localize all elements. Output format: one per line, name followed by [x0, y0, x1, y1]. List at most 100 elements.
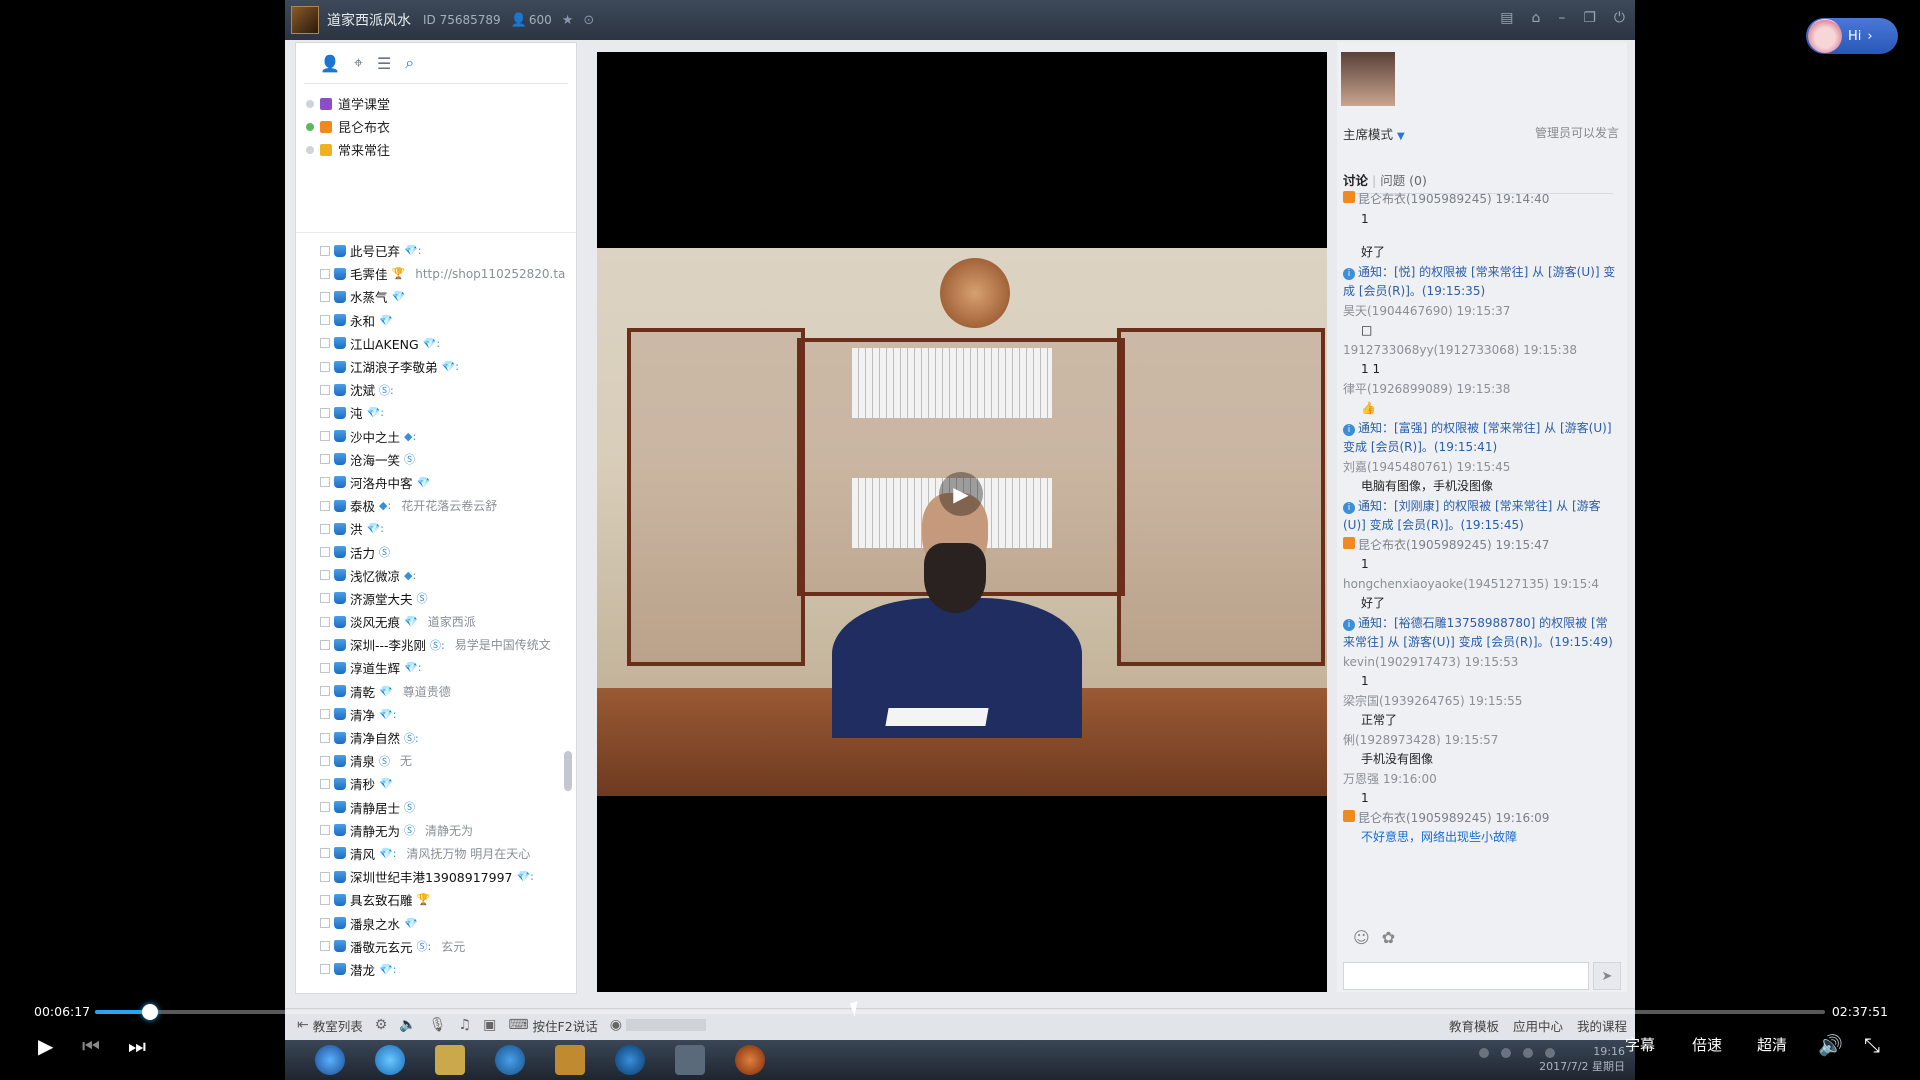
speaker-button[interactable]: 🔈	[399, 1017, 416, 1033]
restore-icon[interactable]: ❐	[1583, 10, 1596, 26]
user-row[interactable]: 清风 💎: 清风抚万物 明月在天心	[296, 842, 566, 865]
chat-input[interactable]	[1343, 962, 1589, 990]
class-list-button[interactable]: ⇤ 教室列表	[297, 1016, 363, 1035]
user-row[interactable]: 河洛舟中客 💎	[296, 471, 566, 494]
user-checkbox[interactable]	[320, 778, 330, 789]
app-icon[interactable]	[735, 1045, 765, 1075]
message-header[interactable]: hongchenxiaoyaoke(1945127135) 19:15:4	[1343, 577, 1599, 591]
user-checkbox[interactable]	[320, 941, 330, 952]
user-row[interactable]: 泰极 ◆: 花开花落云卷云舒	[296, 494, 566, 517]
message-header[interactable]: kevin(1902917473) 19:15:53	[1343, 655, 1518, 669]
progress-knob[interactable]	[142, 1004, 159, 1020]
user-row[interactable]: 清净自然 Ⓢ:	[296, 726, 566, 749]
user-checkbox[interactable]	[320, 825, 330, 836]
browser-icon[interactable]	[375, 1045, 405, 1075]
user-checkbox[interactable]	[320, 500, 330, 511]
skin-icon[interactable]: ▤	[1500, 10, 1513, 26]
settings-button[interactable]: ⚙	[375, 1017, 388, 1033]
progress-bar[interactable]	[95, 1004, 1825, 1020]
user-row[interactable]: 永和 💎	[296, 309, 566, 332]
user-checkbox[interactable]	[320, 639, 330, 650]
user-checkbox[interactable]	[320, 732, 330, 743]
user-checkbox[interactable]	[320, 755, 330, 766]
user-checkbox[interactable]	[320, 407, 330, 418]
user-row[interactable]: 深圳世纪丰港13908917997 💎:	[296, 865, 566, 888]
music-button[interactable]: ♫	[459, 1017, 472, 1033]
message-header[interactable]: 律平(1926899089) 19:15:38	[1343, 382, 1510, 396]
user-icon[interactable]: 👤	[320, 54, 340, 73]
note-button[interactable]: ▣	[483, 1017, 496, 1033]
user-row[interactable]: 清静无为 Ⓢ 清静无为	[296, 819, 566, 842]
tab-discussion[interactable]: 讨论	[1343, 173, 1368, 188]
template-menu[interactable]: 教育模板	[1449, 1016, 1499, 1035]
user-checkbox[interactable]	[320, 686, 330, 697]
user-checkbox[interactable]	[320, 431, 330, 442]
app-center-button[interactable]: 应用中心	[1513, 1016, 1563, 1035]
user-checkbox[interactable]	[320, 523, 330, 534]
message-header[interactable]: 1912733068yy(1912733068) 19:15:38	[1343, 343, 1577, 357]
mini-icon[interactable]: ⌂	[1531, 10, 1540, 26]
user-checkbox[interactable]	[320, 918, 330, 929]
minimize-icon[interactable]: –	[1558, 10, 1565, 26]
user-checkbox[interactable]	[320, 871, 330, 882]
app-icon[interactable]	[555, 1045, 585, 1075]
group-item[interactable]: 常来常往	[306, 138, 576, 161]
play-icon[interactable]: ▶	[38, 1034, 53, 1058]
tab-questions[interactable]: 问题 (0)	[1380, 173, 1427, 188]
user-row[interactable]: 淡风无痕 💎 道家西派	[296, 610, 566, 633]
user-checkbox[interactable]	[320, 268, 330, 279]
message-header[interactable]: 昆仑布衣(1905989245) 19:14:40	[1358, 192, 1549, 206]
user-row[interactable]: 沙中之土 ◆:	[296, 425, 566, 448]
user-checkbox[interactable]	[320, 662, 330, 673]
user-row[interactable]: 沌 💎:	[296, 401, 566, 424]
message-header[interactable]: 万恩强 19:16:00	[1343, 772, 1437, 786]
location-icon[interactable]: ⌖	[354, 53, 363, 73]
host-avatar[interactable]	[1341, 52, 1395, 106]
user-row[interactable]: 清净 💎:	[296, 703, 566, 726]
record-button[interactable]: ◉	[610, 1017, 706, 1033]
user-list-scrollbar[interactable]	[564, 751, 572, 791]
message-header[interactable]: 刘嘉(1945480761) 19:15:45	[1343, 460, 1510, 474]
user-row[interactable]: 水蒸气 💎	[296, 285, 566, 308]
user-checkbox[interactable]	[320, 477, 330, 488]
folder-icon[interactable]	[435, 1045, 465, 1075]
user-checkbox[interactable]	[320, 848, 330, 859]
user-checkbox[interactable]	[320, 547, 330, 558]
user-row[interactable]: 沈斌 Ⓢ:	[296, 378, 566, 401]
user-row[interactable]: 清秒 💎	[296, 772, 566, 795]
message-header[interactable]: 昆仑布衣(1905989245) 19:15:47	[1358, 538, 1549, 552]
video-play-icon[interactable]: ▶	[939, 472, 983, 516]
k-app-icon[interactable]	[615, 1045, 645, 1075]
user-checkbox[interactable]	[320, 291, 330, 302]
mic-button[interactable]: 🎙	[429, 1017, 447, 1033]
app-icon[interactable]	[495, 1045, 525, 1075]
exit-fullscreen-icon[interactable]: ⤡	[1864, 1033, 1880, 1057]
group-item[interactable]: 昆仑布衣	[306, 115, 576, 138]
user-checkbox[interactable]	[320, 361, 330, 372]
user-row[interactable]: 济源堂大夫 Ⓢ	[296, 587, 566, 610]
push-to-talk-button[interactable]: ⌨ 按住F2说话	[508, 1016, 597, 1035]
user-row[interactable]: 洪 💎:	[296, 517, 566, 540]
search-icon[interactable]: ⌕	[405, 53, 414, 73]
user-checkbox[interactable]	[320, 454, 330, 465]
close-icon[interactable]: ⏻	[1614, 10, 1625, 26]
message-header[interactable]: 昆仑布衣(1905989245) 19:16:09	[1358, 811, 1549, 825]
send-icon[interactable]: ➤	[1593, 962, 1621, 990]
list-icon[interactable]: ☰	[377, 54, 391, 73]
window-icon[interactable]	[675, 1045, 705, 1075]
speed-button[interactable]: 倍速	[1692, 1034, 1722, 1055]
previous-icon[interactable]: ⏮	[82, 1034, 100, 1058]
user-row[interactable]: 江湖浪子李敬弟 💎:	[296, 355, 566, 378]
message-header[interactable]: 昊天(1904467690) 19:15:37	[1343, 304, 1510, 318]
user-row[interactable]: 江山AKENG 💎:	[296, 332, 566, 355]
quality-button[interactable]: 超清	[1757, 1034, 1787, 1055]
user-checkbox[interactable]	[320, 338, 330, 349]
user-checkbox[interactable]	[320, 570, 330, 581]
user-checkbox[interactable]	[320, 894, 330, 905]
user-row[interactable]: 潜龙 💎:	[296, 958, 566, 981]
user-row[interactable]: 清乾 💎 尊道贵德	[296, 680, 566, 703]
user-checkbox[interactable]	[320, 245, 330, 256]
user-row[interactable]: 清静居士 Ⓢ	[296, 796, 566, 819]
subtitle-button[interactable]: 字幕	[1625, 1034, 1655, 1055]
user-checkbox[interactable]	[320, 593, 330, 604]
